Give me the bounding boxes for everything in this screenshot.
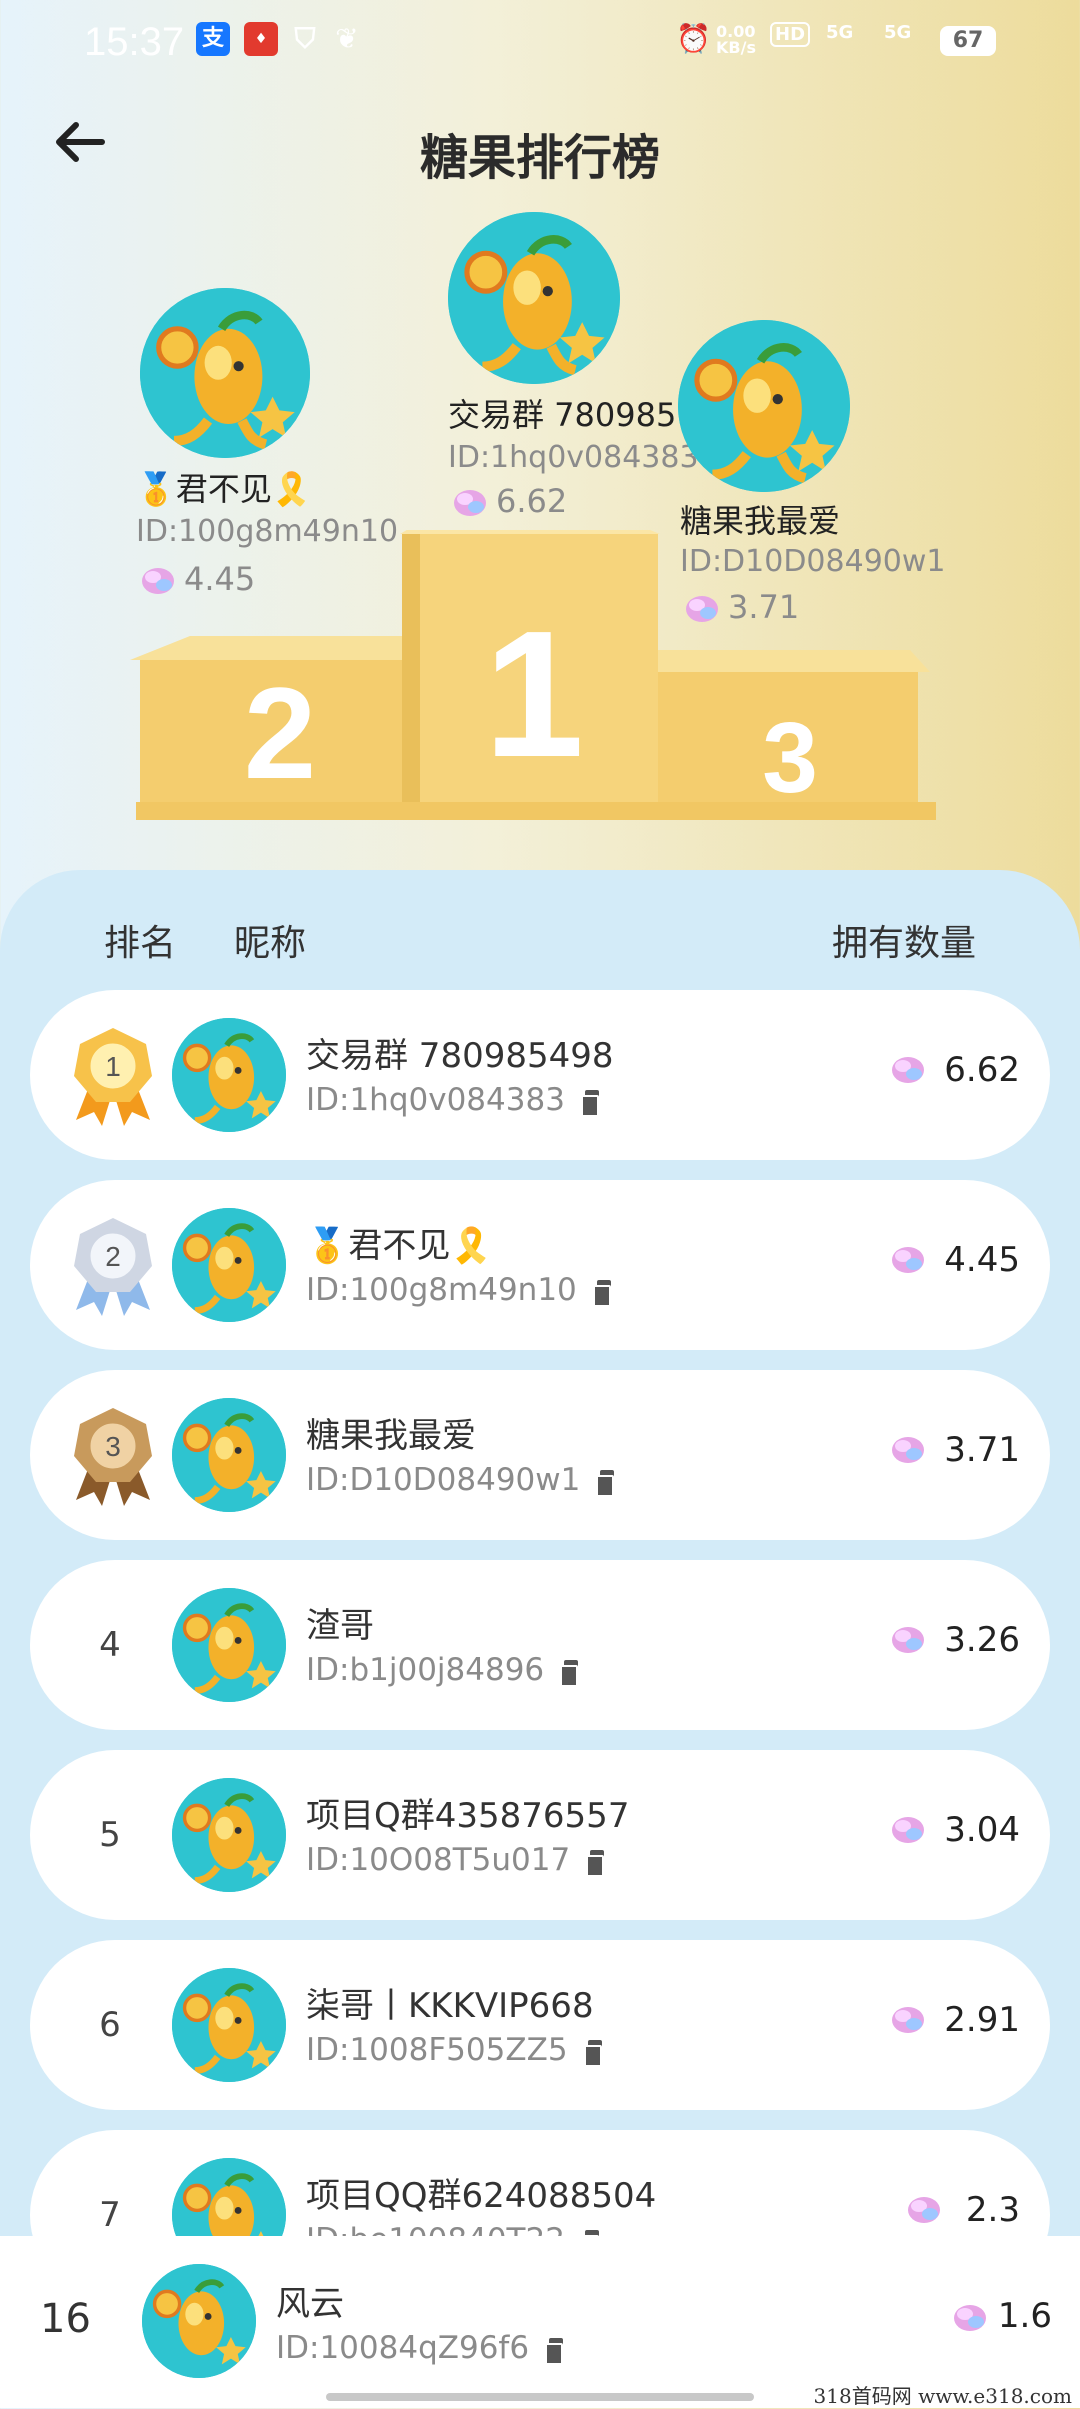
podium-place-2: 2 [244,660,316,806]
candy-icon [886,1052,930,1092]
copy-icon[interactable] [580,1089,601,1117]
user-avatar[interactable] [172,1208,286,1322]
podium-graphic: 2 1 3 [130,530,936,820]
user-id: ID:1hq0v084383 [306,1082,601,1118]
podium-value-1-text: 6.62 [496,482,568,520]
hd-icon: HD [770,22,811,47]
user-avatar[interactable] [172,1588,286,1702]
candy-amount: 2.3 [965,2190,1020,2230]
alarm-icon: ⏰ [676,22,711,55]
candy-icon [886,2002,930,2042]
podium-place-3: 3 [762,702,818,814]
table-row[interactable]: 4 渣哥 ID:b1j00j84896 3.26 [30,1560,1050,1730]
copy-icon[interactable] [592,1279,613,1307]
user-id: ID:10O08T5u017 [306,1842,606,1878]
my-avatar[interactable] [142,2264,256,2378]
podium-name-2: 🥇君不见🎗️ [136,470,312,508]
signal-5g-1: 5G [826,22,854,43]
user-id-text: ID:D10D08490w1 [306,1462,581,1498]
user-nickname: 渣哥 [306,1606,374,1646]
table-row[interactable]: 3 糖果我最爱 ID:D10D08490w1 3.71 [30,1370,1050,1540]
candy-icon [954,2305,986,2331]
candy-amount: 3.26 [944,1620,1020,1660]
user-avatar[interactable] [172,1968,286,2082]
alipay-icon: 支 [196,22,230,56]
candy-amount: 3.04 [944,1810,1020,1850]
candy-amount: 4.45 [944,1240,1020,1280]
my-value: 1.6 [997,2296,1052,2336]
user-nickname: 🥇君不见🎗️ [306,1226,493,1266]
bronze-medal-icon: 3 [74,1408,152,1506]
rank-number: 4 [99,1625,121,1665]
net-speed: 0.00 KB/s [716,22,756,57]
home-indicator[interactable] [326,2393,754,2401]
gold-medal-icon: 1 [74,1028,152,1126]
status-bar: 15:37 支 ♦ ⛉ ❦ ⏰ 0.00 KB/s HD 5G 5G 67 [0,0,1080,86]
user-nickname: 项目QQ群624088504 [306,2176,657,2216]
copy-icon[interactable] [596,1469,616,1497]
table-row[interactable]: 1 交易群 780985498 ID:1hq0v084383 6.62 [30,990,1050,1160]
my-id: ID:10084qZ96f6 [276,2330,565,2366]
user-nickname: 项目Q群435876557 [306,1796,630,1836]
medal-rank: 3 [105,1431,121,1462]
user-nickname: 交易群 780985498 [306,1036,614,1076]
user-id-text: ID:1hq0v084383 [306,1082,565,1118]
user-avatar[interactable] [172,1778,286,1892]
my-name: 风云 [276,2284,344,2324]
candy-icon [886,1812,930,1852]
user-id-text: ID:1008F505ZZ5 [306,2032,568,2068]
table-row[interactable]: 2 🥇君不见🎗️ ID:100g8m49n10 4.45 [30,1180,1050,1350]
rank-number: 6 [99,2005,121,2045]
header-nickname: 昵称 [234,923,307,964]
table-row[interactable]: 5 项目Q群435876557 ID:10O08T5u017 3.04 [30,1750,1050,1920]
user-avatar[interactable] [172,1398,286,1512]
candy-icon [886,1622,930,1662]
copy-icon[interactable] [545,2337,565,2365]
candy-icon [902,2192,946,2232]
copy-icon[interactable] [586,1849,606,1877]
my-id-text: ID:10084qZ96f6 [276,2330,530,2366]
podium-avatar-1[interactable] [448,212,620,384]
user-id: ID:b1j00j84896 [306,1652,580,1688]
candy-icon [886,1432,930,1472]
copy-icon[interactable] [583,2039,604,2067]
watermark: 318首码网 www.e318.com [813,2384,1072,2408]
shield-icon: ⛉ [294,22,316,55]
battery-icon: 67 [940,26,996,56]
candy-amount: 3.71 [944,1430,1020,1470]
candy-icon [886,1242,930,1282]
podium-avatar-3[interactable] [678,320,850,492]
podium-value-1: 6.62 [448,482,567,521]
user-nickname: 柒哥丨KKKVIP668 [306,1986,594,2026]
user-id: ID:1008F505ZZ5 [306,2032,604,2068]
silver-medal-icon: 2 [74,1218,152,1316]
leaf-icon: ❦ [335,22,359,55]
podium-id-1: ID:1hq0v084383 [448,440,699,475]
user-id: ID:100g8m49n10 [306,1272,613,1308]
medal-rank: 2 [105,1241,121,1272]
podium-avatar-2[interactable] [140,288,310,458]
header-amount: 拥有数量 [831,923,976,964]
user-nickname: 糖果我最爱 [306,1416,476,1456]
candy-icon [454,490,486,516]
candy-amount: 2.91 [944,2000,1020,2040]
page-title: 糖果排行榜 [419,130,660,186]
podium-place-1: 1 [484,594,584,795]
podium-name-1: 交易群 780985 [448,396,677,434]
user-avatar[interactable] [172,1018,286,1132]
user-id-text: ID:10O08T5u017 [306,1842,571,1878]
header-rank: 排名 [104,923,177,964]
table-row[interactable]: 6 柒哥丨KKKVIP668 ID:1008F505ZZ5 2.91 [30,1940,1050,2110]
user-id-text: ID:100g8m49n10 [306,1272,577,1308]
my-rank-number: 16 [40,2296,91,2342]
copy-icon[interactable] [560,1659,580,1687]
status-time: 15:37 [84,20,185,64]
candy-amount: 6.62 [944,1050,1020,1090]
app-notification-icon: ♦ [244,22,278,56]
signal-5g-2: 5G [884,22,912,43]
user-id: ID:D10D08490w1 [306,1462,616,1498]
medal-rank: 1 [105,1051,121,1082]
rank-number: 5 [99,1815,121,1855]
user-id-text: ID:b1j00j84896 [306,1652,545,1688]
